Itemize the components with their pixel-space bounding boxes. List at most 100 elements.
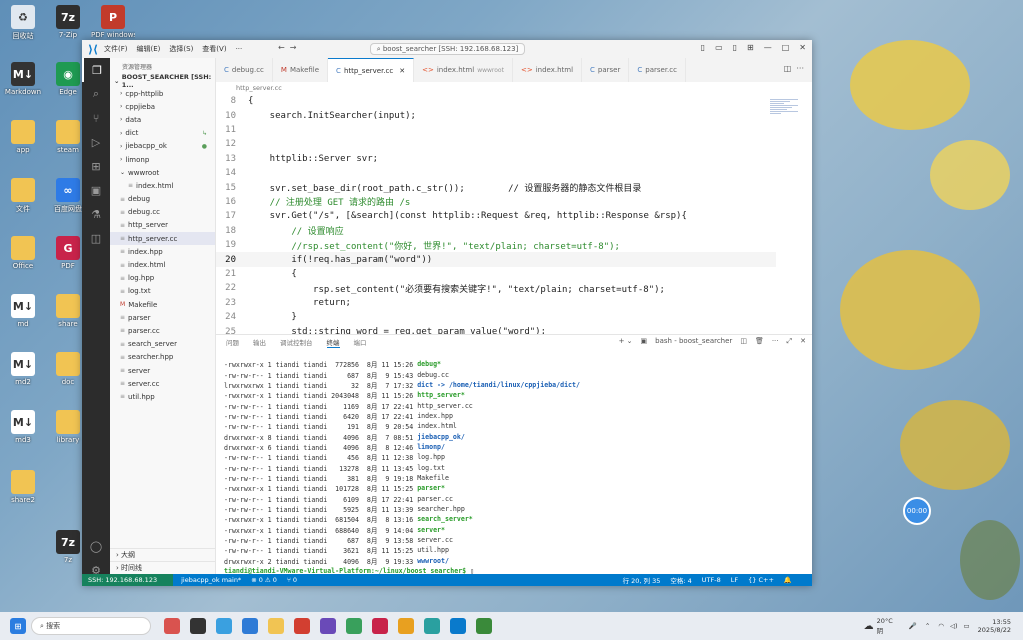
account-icon[interactable]: ◯ <box>82 534 110 558</box>
eol[interactable]: LF <box>731 576 738 584</box>
tree-item[interactable]: › jiebacpp_ok ● <box>110 140 215 153</box>
taskbar-app-icon[interactable] <box>424 618 440 634</box>
panel-tab[interactable]: 问题 <box>226 337 239 347</box>
tree-item[interactable]: ≡ log.txt <box>110 285 215 298</box>
editor-tab[interactable]: <> index.html <box>513 58 583 82</box>
panel-tab[interactable]: 调试控制台 <box>280 337 313 347</box>
branch-indicator[interactable]: jiebacpp_ok main* <box>181 576 241 584</box>
tree-item[interactable]: › cppjieba <box>110 100 215 113</box>
minimize-button[interactable]: — <box>764 43 772 52</box>
new-terminal-icon[interactable]: + ⌄ <box>619 337 633 346</box>
panel-tab[interactable]: 端口 <box>354 337 367 347</box>
clock[interactable]: 13:55 2025/8/22 <box>978 618 1011 634</box>
layout-panel-icon[interactable]: ▭ <box>715 43 723 52</box>
encoding[interactable]: UTF-8 <box>702 576 721 584</box>
menu-item[interactable]: 选择(S) <box>169 45 193 53</box>
taskbar-app-icon[interactable] <box>294 618 310 634</box>
remote-indicator[interactable]: SSH: 192.168.68.123 <box>82 574 174 586</box>
testing-icon[interactable]: ⚗ <box>82 202 110 226</box>
editor-tab[interactable]: M Makefile <box>273 58 329 82</box>
tree-item[interactable]: ≡ index.html <box>110 258 215 271</box>
editor-actions[interactable]: ◫ ··· <box>784 64 804 73</box>
editor-tab[interactable]: <> index.html wwwroot <box>414 58 513 82</box>
tree-item[interactable]: ⌄ wwwroot <box>110 166 215 179</box>
tree-item[interactable]: ≡ log.hpp <box>110 272 215 285</box>
menu-item[interactable]: ··· <box>236 45 243 53</box>
ports-indicator[interactable]: ⑂ 0 <box>287 576 297 584</box>
more-icon[interactable]: ··· <box>772 337 779 346</box>
tree-item[interactable]: › limonp <box>110 153 215 166</box>
close-panel-icon[interactable]: ✕ <box>800 337 806 346</box>
tree-item[interactable]: M Makefile <box>110 298 215 311</box>
taskbar-app-icon[interactable] <box>398 618 414 634</box>
taskbar-app-icon[interactable] <box>164 618 180 634</box>
desktop-icon[interactable]: M↓ md <box>1 294 45 328</box>
tree-item[interactable]: ≡ search_server <box>110 338 215 351</box>
workspace-root[interactable]: ⌄ BOOST_SEARCHER [SSH: 1... <box>110 73 215 89</box>
layout-sidebar-icon[interactable]: ▯ <box>701 43 705 52</box>
battery-icon[interactable]: ▭ <box>964 622 970 630</box>
close-button[interactable]: ✕ <box>799 43 806 52</box>
tree-item[interactable]: ≡ parser <box>110 311 215 324</box>
editor-tab[interactable]: Cparser <box>582 58 630 82</box>
panel-tab[interactable]: 终端 <box>326 337 340 348</box>
taskbar-app-icon[interactable] <box>242 618 258 634</box>
maximize-button[interactable]: □ <box>782 43 790 52</box>
wifi-icon[interactable]: ◠ <box>938 622 944 630</box>
breadcrumb[interactable]: http_server.cc <box>216 82 812 94</box>
start-windows-icon[interactable]: ⊞ <box>10 618 26 634</box>
desktop-icon[interactable]: app <box>1 120 45 154</box>
timeline-section[interactable]: › 时间线 <box>110 561 216 574</box>
recording-timer[interactable]: 00:00 <box>903 497 931 525</box>
layout-secondary-icon[interactable]: ▯ <box>733 43 737 52</box>
language-mode[interactable]: {} C++ <box>748 576 774 584</box>
taskbar-app-icon[interactable] <box>216 618 232 634</box>
tree-item[interactable]: ≡ debug.cc <box>110 206 215 219</box>
tree-item[interactable]: ≡ server.cc <box>110 377 215 390</box>
tree-item[interactable]: › dict ↳ <box>110 127 215 140</box>
customize-layout-icon[interactable]: ⊞ <box>747 43 754 52</box>
taskbar-app-icon[interactable] <box>320 618 336 634</box>
menu-item[interactable]: 查看(V) <box>202 45 226 53</box>
weather-widget[interactable]: ☁ 20°C 阴 <box>864 617 893 635</box>
tree-item[interactable]: ≡ searcher.hpp <box>110 351 215 364</box>
desktop-icon[interactable]: Office <box>1 236 45 270</box>
tree-item[interactable]: › cpp-httplib <box>110 87 215 100</box>
desktop-icon[interactable]: P PDF windows <box>91 5 135 39</box>
desktop-icon[interactable]: 文件 <box>1 178 45 214</box>
bell-icon[interactable]: 🔔 <box>784 576 792 584</box>
nav-arrows[interactable]: ← → <box>278 43 297 52</box>
docker-icon[interactable]: ◫ <box>82 226 110 250</box>
desktop-icon[interactable]: ♻ 回收站 <box>1 5 45 41</box>
desktop-icon[interactable]: M↓ md3 <box>1 410 45 444</box>
taskbar-app-icon[interactable] <box>372 618 388 634</box>
problems-indicator[interactable]: ⊗ 0 ⚠ 0 <box>251 576 277 584</box>
outline-section[interactable]: › 大纲 <box>110 548 216 561</box>
extensions-icon[interactable]: ⊞ <box>82 154 110 178</box>
cursor-position[interactable]: 行 20, 列 35 <box>623 575 661 585</box>
tree-item[interactable]: ≡ http_server.cc <box>110 232 215 246</box>
command-center[interactable]: ⌕ boost_searcher [SSH: 192.168.68.123] <box>370 43 525 55</box>
run-debug-icon[interactable]: ▷ <box>82 130 110 154</box>
desktop-icon[interactable]: M↓ md2 <box>1 352 45 386</box>
editor-tab[interactable]: Chttp_server.cc ✕ <box>328 58 415 82</box>
desktop-icon[interactable]: 7z 7-Zip <box>46 5 90 39</box>
tree-item[interactable]: ≡ util.hpp <box>110 390 215 403</box>
editor-tab[interactable]: Cparser.cc <box>629 58 686 82</box>
tree-item[interactable]: ≡ index.hpp <box>110 245 215 258</box>
tree-item[interactable]: ≡ index.html <box>110 179 215 192</box>
indentation[interactable]: 空格: 4 <box>670 575 691 585</box>
volume-icon[interactable]: ◁) <box>950 622 958 630</box>
tree-item[interactable]: › data <box>110 113 215 126</box>
taskbar-app-icon[interactable] <box>450 618 466 634</box>
taskbar-app-icon[interactable] <box>346 618 362 634</box>
mic-icon[interactable]: 🎤 <box>909 622 917 630</box>
explorer-icon[interactable]: ❐ <box>82 58 110 82</box>
split-terminal-icon[interactable]: ◫ <box>740 337 747 346</box>
search-icon[interactable]: ⌕ <box>82 82 110 106</box>
trash-icon[interactable]: 🗑 <box>755 337 764 346</box>
tree-item[interactable]: ≡ debug <box>110 193 215 206</box>
taskbar-app-icon[interactable] <box>476 618 492 634</box>
tree-item[interactable]: ≡ http_server <box>110 219 215 232</box>
menu-item[interactable]: 编辑(E) <box>137 45 161 53</box>
